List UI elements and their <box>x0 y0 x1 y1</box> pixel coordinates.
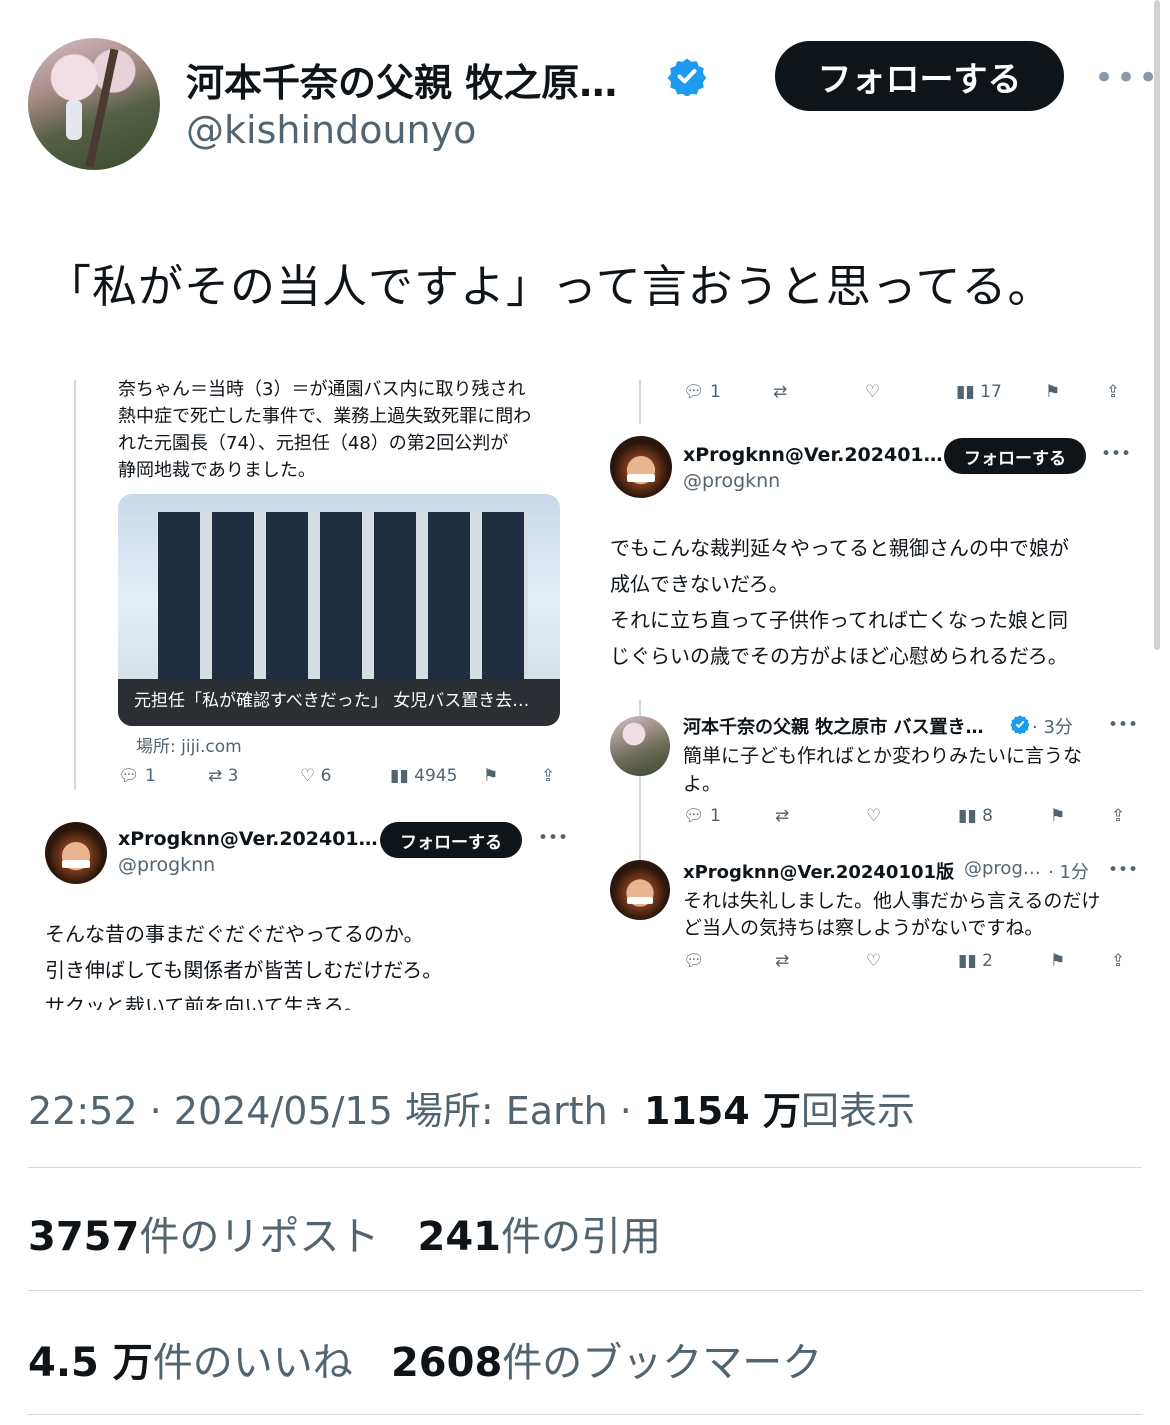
divider <box>28 1414 1142 1415</box>
like-icon: ♡ <box>866 806 882 826</box>
reply1-text-line-2: よ。 <box>683 773 722 795</box>
reply1-name: 河本千奈の父親 牧之原市 バス置き… <box>683 717 984 738</box>
bookmark-icon: ⚑ <box>1050 806 1066 826</box>
right-text-line-2: 成仏できないだろ。 <box>610 572 789 596</box>
reply1-text-line-1: 簡単に子ども作ればとか変わりみたいに言うな <box>683 745 1083 767</box>
repost-icon: ⇄ <box>775 951 790 971</box>
like-icon: ♡ <box>866 951 882 971</box>
thread-line-left <box>74 380 76 790</box>
more-icon: ••• <box>1108 860 1139 880</box>
right-text-line-3: それに立ち直って子供作ってれば亡くなった娘と同 <box>610 608 1068 632</box>
progknn-name: xProgknn@Ver.202401… <box>118 828 378 850</box>
more-icon: ••• <box>538 828 569 848</box>
repost-icon: ⇄ <box>775 806 790 826</box>
reposts-stat[interactable]: 3757件のリポスト <box>28 1214 379 1260</box>
avatar-tree-trunk <box>85 48 119 168</box>
repost-icon: ⇄ <box>773 382 788 402</box>
divider <box>28 1290 1142 1291</box>
tweet-date[interactable]: 2024/05/15 <box>174 1089 393 1133</box>
progknn-follow-pill: フォローする <box>380 822 522 858</box>
progknn-handle-right: @progknn <box>683 470 781 492</box>
stats-likes-bookmarks: 4.5 万件のいいね 2608件のブックマーク <box>28 1330 822 1388</box>
follow-button[interactable]: フォローする <box>775 41 1064 111</box>
scrollbar[interactable] <box>1154 0 1160 650</box>
stats-reposts-quotes: 3757件のリポスト 241件の引用 <box>28 1204 661 1262</box>
left-action-like: ♡ 6 <box>300 766 332 786</box>
reply2-action-views: ▮▮ 2 <box>958 951 993 971</box>
news-card-source: 場所: jiji.com <box>136 737 242 757</box>
repost-icon: ⇄ <box>208 766 223 786</box>
views-label: 回表示 <box>800 1089 915 1133</box>
like-icon: ♡ <box>300 766 316 786</box>
reply1-action-reply: 💬︎ 1 <box>683 806 721 826</box>
more-icon[interactable]: ••• <box>1094 58 1160 98</box>
author-handle[interactable]: @kishindounyo <box>186 108 476 152</box>
more-icon: ••• <box>1108 715 1139 735</box>
tweet-time[interactable]: 22:52 <box>28 1089 138 1133</box>
right-text-line-4: じぐらいの歳でその方がよほど心慰められるだろ。 <box>610 644 1068 668</box>
author-avatar[interactable] <box>28 38 160 170</box>
reply-icon: 💬︎ <box>683 806 705 826</box>
share-icon: ⇪ <box>1111 806 1126 826</box>
tweet-location: 場所: Earth <box>404 1089 608 1133</box>
reply-icon: 💬︎ <box>683 382 705 402</box>
author-display-name[interactable]: 河本千奈の父親 牧之原… <box>186 52 617 107</box>
thread-line-right-top <box>639 380 641 424</box>
verified-badge-icon <box>667 58 707 96</box>
like-icon: ♡ <box>865 382 881 402</box>
reply-icon: 💬︎ <box>683 951 705 971</box>
news-text-line-1: 奈ちゃん＝当時（3）＝が通園バス内に取り残され <box>118 379 526 400</box>
progknn-name-right: xProgknn@Ver.202401… <box>683 444 943 466</box>
news-text-line-2: 熱中症で死亡した事件で、業務上過失致死罪に問わ <box>118 406 532 427</box>
left-action-repost: ⇄ 3 <box>208 766 239 786</box>
progknn-avatar-reply2 <box>610 860 670 920</box>
views-icon: ▮▮ <box>958 951 977 971</box>
reply2-time: · 1分 <box>1048 862 1089 883</box>
bookmark-icon: ⚑ <box>1045 382 1061 402</box>
progknn-avatar <box>45 822 107 884</box>
progknn-text-line-1: そんな昔の事まだぐだぐだやってるのか。 <box>45 922 424 946</box>
share-icon: ⇪ <box>1111 951 1126 971</box>
reply1-action-views: ▮▮ 8 <box>958 806 993 826</box>
share-icon: ⇪ <box>541 766 556 786</box>
more-icon: ••• <box>1101 444 1132 464</box>
quotes-stat[interactable]: 241件の引用 <box>417 1214 661 1260</box>
attached-image[interactable]: 奈ちゃん＝当時（3）＝が通園バス内に取り残され 熱中症で死亡した事件で、業務上過… <box>28 360 1142 1010</box>
tweet-text: 「私がその当人ですよ」って言おうと思ってる。 <box>46 260 1054 313</box>
reply2-text-line-2: ど当人の気持ちは察しようがないですね。 <box>683 917 1044 939</box>
right-text-line-1: でもこんな裁判延々やってると親御さんの中で娘が <box>610 536 1069 560</box>
views-icon: ▮▮ <box>390 766 409 786</box>
reply-icon: 💬︎ <box>118 766 140 786</box>
right-top-views: ▮▮ 17 <box>956 382 1002 402</box>
bookmark-icon: ⚑ <box>1050 951 1066 971</box>
progknn-text-line-3: サクッと裁いて前を向いて生きろ。 <box>45 994 364 1010</box>
progknn-handle: @progknn <box>118 854 216 876</box>
bookmarks-stat[interactable]: 2608件のブックマーク <box>391 1340 822 1386</box>
bookmark-icon: ⚑ <box>483 766 499 786</box>
news-text-line-4: 静岡地裁でありました。 <box>118 460 316 481</box>
views-icon: ▮▮ <box>956 382 975 402</box>
progknn-avatar-right <box>610 436 672 498</box>
verified-badge-icon <box>1010 715 1030 734</box>
progknn-text-line-2: 引き伸ばしても関係者が皆苦しむだけだろ。 <box>45 958 443 982</box>
reply1-time: · 3分 <box>1032 717 1073 738</box>
reply2-text-line-1: それは失礼しました。他人事だから言えるのだけ <box>683 890 1101 912</box>
reply2-name: xProgknn@Ver.20240101版 <box>683 862 955 883</box>
share-icon: ⇪ <box>1106 382 1121 402</box>
avatar-person-figure <box>66 100 82 140</box>
reply2-handle: @prog… <box>964 858 1041 879</box>
progknn-follow-pill-right: フォローする <box>944 438 1086 474</box>
tweet-metadata: 22:52 · 2024/05/15 場所: Earth · 1154 万回表示 <box>28 1089 915 1133</box>
right-top-reply: 💬︎ 1 <box>683 382 721 402</box>
left-action-reply: 💬︎ 1 <box>118 766 156 786</box>
likes-stat[interactable]: 4.5 万件のいいね <box>28 1340 353 1386</box>
divider <box>28 1167 1142 1168</box>
father-avatar-small <box>610 716 670 776</box>
views-count: 1154 万 <box>643 1089 801 1133</box>
news-text-line-3: れた元園長（74）、元担任（48）の第2回公判が <box>118 433 509 454</box>
views-icon: ▮▮ <box>958 806 977 826</box>
left-action-views: ▮▮ 4945 <box>390 766 458 786</box>
news-card-caption: 元担任「私が確認すべきだった」 女児バス置き去… <box>134 691 530 711</box>
news-card-image: 元担任「私が確認すべきだった」 女児バス置き去… <box>118 494 560 726</box>
